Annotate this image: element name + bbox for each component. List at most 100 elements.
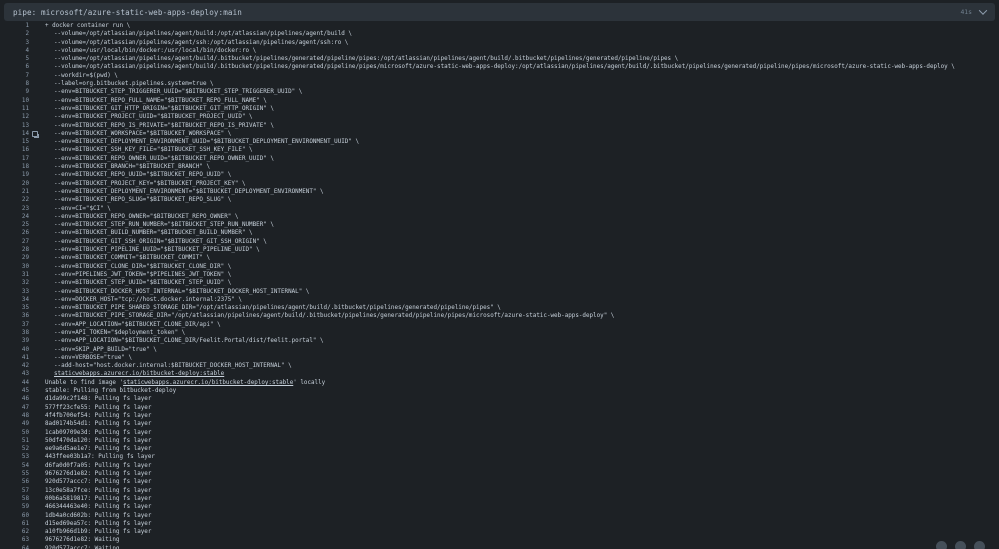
- line-number[interactable]: 34: [4, 296, 29, 304]
- log-text: --env=BITBUCKET_DEPLOYMENT_ENVIRONMENT="…: [54, 188, 324, 195]
- log-line: 2 --volume=/opt/atlassian/pipelines/agent…: [4, 30, 995, 38]
- line-number[interactable]: 43: [4, 370, 29, 378]
- pipe-step-header[interactable]: pipe: microsoft/azure-static-web-apps-de…: [4, 3, 995, 21]
- log-text: stable: Pulling from bitbucket-deploy: [45, 388, 177, 395]
- scroll-up-button[interactable]: [936, 541, 947, 549]
- line-number[interactable]: 28: [4, 246, 29, 254]
- line-number[interactable]: 42: [4, 362, 29, 370]
- line-number[interactable]: 55: [4, 470, 29, 478]
- line-number[interactable]: 20: [4, 180, 29, 188]
- line-number[interactable]: 30: [4, 263, 29, 271]
- line-number[interactable]: 14: [4, 130, 29, 138]
- line-number[interactable]: 2: [4, 30, 29, 38]
- line-number[interactable]: 57: [4, 487, 29, 495]
- line-number[interactable]: 58: [4, 495, 29, 503]
- line-number[interactable]: 19: [4, 171, 29, 179]
- line-number[interactable]: 1: [4, 22, 29, 30]
- log-text: 13c0e58a7fce: Pulling fs layer: [45, 487, 152, 494]
- log-line: 59 466344463e40: Pulling fs layer: [4, 503, 995, 511]
- log-text: 466344463e40: Pulling fs layer: [45, 504, 152, 511]
- line-number[interactable]: 41: [4, 354, 29, 362]
- line-number[interactable]: 44: [4, 379, 29, 387]
- line-number[interactable]: 9: [4, 88, 29, 96]
- line-number[interactable]: 38: [4, 329, 29, 337]
- line-number[interactable]: 47: [4, 404, 29, 412]
- log-line: 53 443ffee03b1a7: Pulling fs layer: [4, 453, 995, 461]
- line-number[interactable]: 4: [4, 47, 29, 55]
- line-number[interactable]: 27: [4, 238, 29, 246]
- log-text: --workdir=$(pwd) \: [54, 72, 118, 79]
- line-number[interactable]: 8: [4, 80, 29, 88]
- log-line: 40 --env=SKIP_APP_BUILD="true" \: [4, 346, 995, 354]
- line-number[interactable]: 17: [4, 155, 29, 163]
- line-number[interactable]: 53: [4, 453, 29, 461]
- line-number[interactable]: 48: [4, 412, 29, 420]
- log-text: --env=BITBUCKET_STEP_TRIGGERER_UUID="$BI…: [54, 89, 303, 96]
- line-number[interactable]: 45: [4, 387, 29, 395]
- log-text: --env=PIPELINES_JWT_TOKEN="$PIPELINES_JW…: [54, 271, 232, 278]
- line-number[interactable]: 10: [4, 97, 29, 105]
- line-number[interactable]: 29: [4, 254, 29, 262]
- line-number[interactable]: 5: [4, 55, 29, 63]
- line-number[interactable]: 22: [4, 196, 29, 204]
- log-line: 8 --label=org.bitbucket.pipelines.system=…: [4, 80, 995, 88]
- line-number[interactable]: 21: [4, 188, 29, 196]
- log-line: 26 --env=BITBUCKET_BUILD_NUMBER="$BITBUCK…: [4, 229, 995, 237]
- line-number[interactable]: 35: [4, 304, 29, 312]
- line-number[interactable]: 26: [4, 229, 29, 237]
- expand-log-button[interactable]: [974, 541, 985, 549]
- line-number[interactable]: 18: [4, 163, 29, 171]
- log-line: 50 1cab09709e3d: Pulling fs layer: [4, 429, 995, 437]
- log-text: ee9a6d5ae1e7: Pulling fs layer: [45, 446, 152, 453]
- log-line: 25 --env=BITBUCKET_STEP_RUN_NUMBER="$BITB…: [4, 221, 995, 229]
- line-number[interactable]: 32: [4, 279, 29, 287]
- log-text: --env=BITBUCKET_DOCKER_HOST_INTERNAL="$B…: [54, 288, 310, 295]
- line-number[interactable]: 7: [4, 72, 29, 80]
- line-number[interactable]: 12: [4, 113, 29, 121]
- line-number[interactable]: 46: [4, 395, 29, 403]
- line-number[interactable]: 25: [4, 221, 29, 229]
- image-link[interactable]: staticwebapps.azurecr.io/bitbucket-deplo…: [123, 380, 293, 386]
- log-line: 37 --env=APP_LOCATION="$BITBUCKET_CLONE_D…: [4, 321, 995, 329]
- log-text: 9676276d1e82: Waiting: [45, 537, 120, 544]
- log-line: 52 ee9a6d5ae1e7: Pulling fs layer: [4, 445, 995, 453]
- line-number[interactable]: 16: [4, 146, 29, 154]
- log-text: --env=BITBUCKET_PIPE_STORAGE_DIR="/opt/a…: [54, 313, 615, 320]
- line-number[interactable]: 61: [4, 520, 29, 528]
- line-number[interactable]: 40: [4, 346, 29, 354]
- log-text-suffix: ' locally: [293, 379, 326, 386]
- line-number[interactable]: 63: [4, 536, 29, 544]
- line-number[interactable]: 49: [4, 420, 29, 428]
- line-number[interactable]: 36: [4, 312, 29, 320]
- line-number[interactable]: 23: [4, 205, 29, 213]
- log-text: --env=SKIP_APP_BUILD="true" \: [54, 346, 157, 353]
- line-number[interactable]: 50: [4, 429, 29, 437]
- line-number[interactable]: 37: [4, 321, 29, 329]
- copy-link-icon[interactable]: [32, 131, 39, 138]
- line-number[interactable]: 6: [4, 63, 29, 71]
- line-number[interactable]: 3: [4, 39, 29, 47]
- scroll-down-button[interactable]: [955, 541, 966, 549]
- line-number[interactable]: 11: [4, 105, 29, 113]
- line-number[interactable]: 51: [4, 437, 29, 445]
- log-line: 36 --env=BITBUCKET_PIPE_STORAGE_DIR="/opt…: [4, 312, 995, 320]
- line-number[interactable]: 56: [4, 478, 29, 486]
- line-number[interactable]: 33: [4, 288, 29, 296]
- log-text: a10fb966d1b9: Pulling fs layer: [45, 529, 152, 536]
- line-number[interactable]: 59: [4, 503, 29, 511]
- line-number[interactable]: 24: [4, 213, 29, 221]
- log-output: 1 + docker container run \ 2 --volume=/opt/…: [4, 22, 995, 549]
- log-text: --env=BITBUCKET_PIPELINE_UUID="$BITBUCKE…: [54, 247, 260, 254]
- line-number[interactable]: 62: [4, 528, 29, 536]
- line-number[interactable]: 13: [4, 122, 29, 130]
- chevron-down-icon[interactable]: [978, 6, 988, 15]
- line-number[interactable]: 15: [4, 138, 29, 146]
- line-number[interactable]: 52: [4, 445, 29, 453]
- log-line: 54 d6fa0d0f7a05: Pulling fs layer: [4, 462, 995, 470]
- image-link[interactable]: staticwebapps.azurecr.io/bitbucket-deplo…: [54, 370, 224, 378]
- line-number[interactable]: 39: [4, 337, 29, 345]
- line-number[interactable]: 64: [4, 545, 29, 549]
- line-number[interactable]: 31: [4, 271, 29, 279]
- line-number[interactable]: 54: [4, 462, 29, 470]
- line-number[interactable]: 60: [4, 512, 29, 520]
